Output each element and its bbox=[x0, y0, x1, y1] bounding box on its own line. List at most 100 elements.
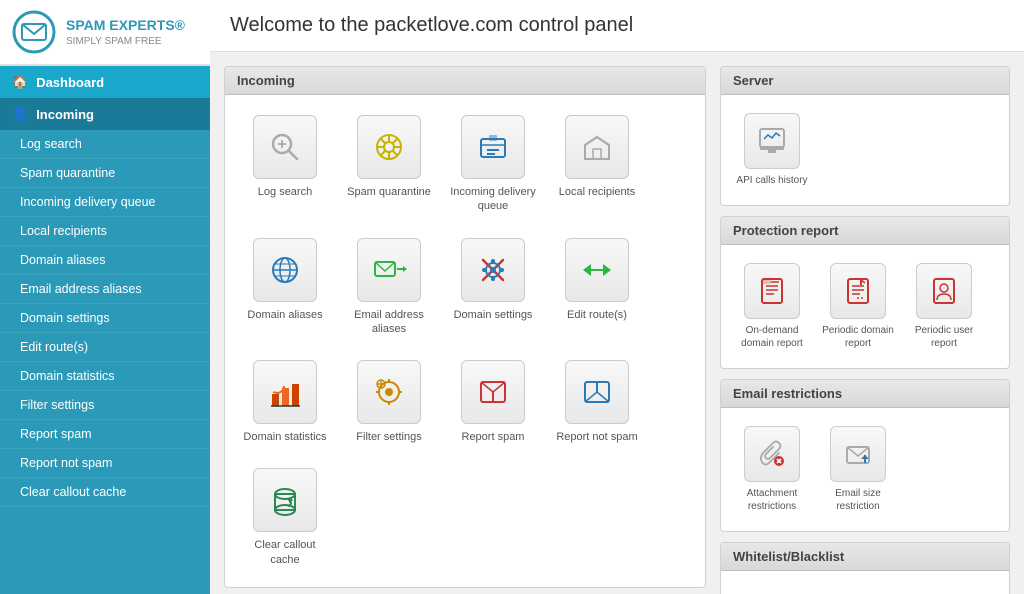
size-restriction-svg bbox=[843, 439, 873, 469]
sidebar-item-domain-aliases[interactable]: Domain aliases bbox=[0, 246, 210, 275]
filter-settings-svg bbox=[371, 374, 407, 410]
sidebar-item-label: Edit route(s) bbox=[20, 340, 88, 354]
attachment-svg bbox=[757, 439, 787, 469]
filter-settings-icon-box bbox=[357, 360, 421, 424]
api-calls-label: API calls history bbox=[736, 174, 807, 187]
ondemand-report-item[interactable]: On-demand domain report bbox=[733, 257, 811, 356]
sidebar-item-report-not-spam[interactable]: Report not spam bbox=[0, 449, 210, 478]
filter-settings-item[interactable]: Filter settings bbox=[341, 352, 437, 452]
server-panel: Server API ca bbox=[720, 66, 1010, 206]
email-restrictions-panel-body: Attachment restrictions bbox=[721, 408, 1009, 531]
clear-cache-item[interactable]: Clear callout cache bbox=[237, 460, 333, 575]
spam-quarantine-item[interactable]: Spam quarantine bbox=[341, 107, 437, 222]
incoming-icon-grid: Log search bbox=[237, 107, 693, 575]
report-spam-icon-box bbox=[461, 360, 525, 424]
periodic-user-icon-box bbox=[916, 263, 972, 319]
sidebar: SPAM EXPERTS® SIMPLY SPAM FREE 🏠 Dashboa… bbox=[0, 0, 210, 594]
right-panel: Server API ca bbox=[720, 66, 1010, 594]
logo-icon bbox=[12, 10, 56, 54]
incoming-icon: 👤 bbox=[12, 106, 28, 122]
logo-text: SPAM EXPERTS® SIMPLY SPAM FREE bbox=[66, 16, 185, 47]
sidebar-item-label: Clear callout cache bbox=[20, 485, 126, 499]
sidebar-item-edit-routes[interactable]: Edit route(s) bbox=[0, 333, 210, 362]
domain-settings-item[interactable]: Domain settings bbox=[445, 230, 541, 345]
periodic-domain-item[interactable]: Periodic domain report bbox=[819, 257, 897, 356]
clear-cache-icon-box bbox=[253, 468, 317, 532]
report-notspam-item[interactable]: Report not spam bbox=[549, 352, 645, 452]
protection-icon-grid: On-demand domain report bbox=[733, 257, 997, 356]
whitelist-panel-header: Whitelist/Blacklist bbox=[721, 543, 1009, 571]
email-restrictions-panel: Email restrictions bbox=[720, 379, 1010, 532]
protection-panel: Protection report bbox=[720, 216, 1010, 369]
server-icon-grid: API calls history bbox=[733, 107, 997, 193]
local-recipients-svg bbox=[579, 129, 615, 165]
edit-routes-label: Edit route(s) bbox=[567, 308, 627, 322]
sidebar-item-label: Log search bbox=[20, 137, 82, 151]
logo-area: SPAM EXPERTS® SIMPLY SPAM FREE bbox=[0, 0, 210, 66]
log-search-item[interactable]: Log search bbox=[237, 107, 333, 222]
brand-name: SPAM EXPERTS® bbox=[66, 16, 185, 34]
incoming-panel: Incoming bbox=[224, 66, 706, 588]
sidebar-item-label: Domain statistics bbox=[20, 369, 114, 383]
size-restriction-item[interactable]: Email size restriction bbox=[819, 420, 897, 519]
edit-routes-icon-box bbox=[565, 238, 629, 302]
sidebar-item-label: Incoming delivery queue bbox=[20, 195, 156, 209]
periodic-user-item[interactable]: Periodic user report bbox=[905, 257, 983, 356]
report-spam-svg bbox=[475, 374, 511, 410]
report-spam-item[interactable]: Report spam bbox=[445, 352, 541, 452]
domain-stats-svg bbox=[267, 374, 303, 410]
domain-aliases-item[interactable]: Domain aliases bbox=[237, 230, 333, 345]
sidebar-item-label: Local recipients bbox=[20, 224, 107, 238]
delivery-queue-item[interactable]: Incoming delivery queue bbox=[445, 107, 541, 222]
spam-quarantine-svg bbox=[371, 129, 407, 165]
server-panel-header: Server bbox=[721, 67, 1009, 95]
sidebar-item-label: Email address aliases bbox=[20, 282, 142, 296]
edit-routes-svg bbox=[579, 252, 615, 288]
api-calls-item[interactable]: API calls history bbox=[733, 107, 811, 193]
email-aliases-item[interactable]: Email address aliases bbox=[341, 230, 437, 345]
sidebar-item-domain-statistics[interactable]: Domain statistics bbox=[0, 362, 210, 391]
log-search-label: Log search bbox=[258, 185, 312, 199]
domain-stats-item[interactable]: Domain statistics bbox=[237, 352, 333, 452]
left-panel: Incoming bbox=[224, 66, 706, 594]
whitelist-panel: Whitelist/Blacklist bbox=[720, 542, 1010, 594]
ondemand-report-icon-box bbox=[744, 263, 800, 319]
sidebar-item-label: Filter settings bbox=[20, 398, 94, 412]
edit-routes-item[interactable]: Edit route(s) bbox=[549, 230, 645, 345]
sidebar-dashboard[interactable]: 🏠 Dashboard bbox=[0, 66, 210, 98]
whitelist-panel-body bbox=[721, 571, 1009, 594]
periodic-domain-icon-box bbox=[830, 263, 886, 319]
email-restrictions-panel-header: Email restrictions bbox=[721, 380, 1009, 408]
attachment-restrictions-item[interactable]: Attachment restrictions bbox=[733, 420, 811, 519]
local-recipients-item[interactable]: Local recipients bbox=[549, 107, 645, 222]
domain-aliases-icon-box bbox=[253, 238, 317, 302]
sidebar-item-label: Spam quarantine bbox=[20, 166, 115, 180]
clear-cache-label: Clear callout cache bbox=[241, 538, 329, 567]
spam-quarantine-label: Spam quarantine bbox=[347, 185, 431, 199]
sidebar-item-domain-settings[interactable]: Domain settings bbox=[0, 304, 210, 333]
api-calls-icon-box bbox=[744, 113, 800, 169]
sidebar-item-clear-callout-cache[interactable]: Clear callout cache bbox=[0, 478, 210, 507]
sidebar-item-log-search[interactable]: Log search bbox=[0, 130, 210, 159]
clear-cache-svg bbox=[267, 482, 303, 518]
incoming-panel-header: Incoming bbox=[225, 67, 705, 95]
sidebar-item-email-address-aliases[interactable]: Email address aliases bbox=[0, 275, 210, 304]
email-aliases-svg bbox=[371, 252, 407, 288]
sidebar-item-delivery-queue[interactable]: Incoming delivery queue bbox=[0, 188, 210, 217]
log-search-icon-box bbox=[253, 115, 317, 179]
ondemand-report-label: On-demand domain report bbox=[735, 324, 809, 350]
local-recipients-label: Local recipients bbox=[559, 185, 635, 199]
brand-tagline: SIMPLY SPAM FREE bbox=[66, 35, 185, 48]
report-notspam-label: Report not spam bbox=[556, 430, 637, 444]
protection-panel-header: Protection report bbox=[721, 217, 1009, 245]
sidebar-item-filter-settings[interactable]: Filter settings bbox=[0, 391, 210, 420]
page-title: Welcome to the packetlove.com control pa… bbox=[210, 0, 1024, 52]
sidebar-incoming[interactable]: 👤 Incoming bbox=[0, 98, 210, 130]
log-search-svg bbox=[267, 129, 303, 165]
sidebar-item-spam-quarantine[interactable]: Spam quarantine bbox=[0, 159, 210, 188]
sidebar-item-report-spam[interactable]: Report spam bbox=[0, 420, 210, 449]
sidebar-item-local-recipients[interactable]: Local recipients bbox=[0, 217, 210, 246]
content-area: Incoming bbox=[210, 52, 1024, 594]
periodic-domain-label: Periodic domain report bbox=[821, 324, 895, 350]
attachment-restrictions-icon-box bbox=[744, 426, 800, 482]
